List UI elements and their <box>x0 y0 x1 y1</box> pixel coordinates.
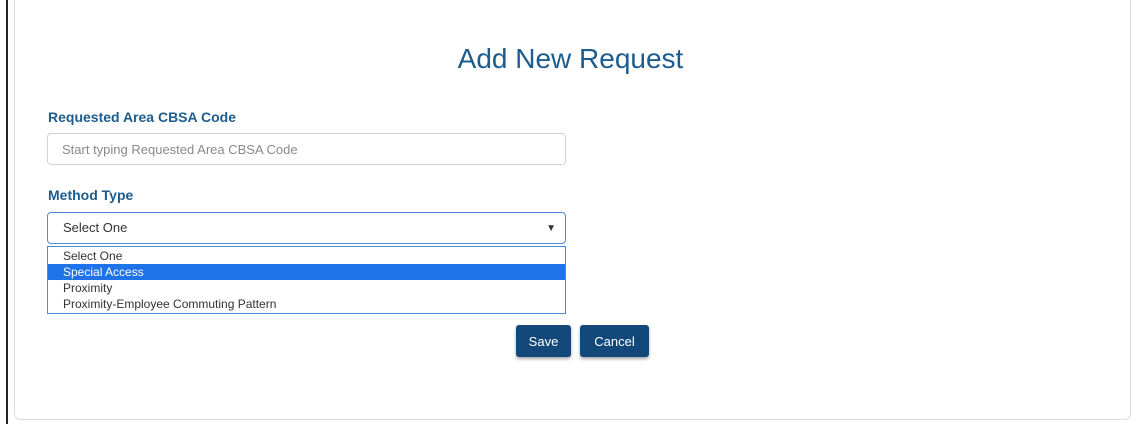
save-button[interactable]: Save <box>516 325 571 357</box>
chevron-down-icon[interactable]: ▼ <box>546 213 556 245</box>
method-type-select[interactable]: Select One ▼ <box>47 212 566 244</box>
page-title: Add New Request <box>457 43 684 74</box>
cbsa-code-label: Requested Area CBSA Code <box>48 109 237 125</box>
cbsa-code-input[interactable] <box>47 133 566 165</box>
dropdown-option-proximity[interactable]: Proximity <box>48 280 565 296</box>
dropdown-option-proximity-employee-commuting-pattern[interactable]: Proximity-Employee Commuting Pattern <box>48 296 565 312</box>
method-type-label: Method Type <box>48 187 134 203</box>
dropdown-option-special-access[interactable]: Special Access <box>48 264 565 280</box>
dropdown-option-select-one[interactable]: Select One <box>48 248 565 264</box>
method-type-selected-value: Select One <box>63 220 128 235</box>
method-type-dropdown-list: Select One Special Access Proximity Prox… <box>47 246 566 314</box>
cancel-button[interactable]: Cancel <box>580 325 649 357</box>
